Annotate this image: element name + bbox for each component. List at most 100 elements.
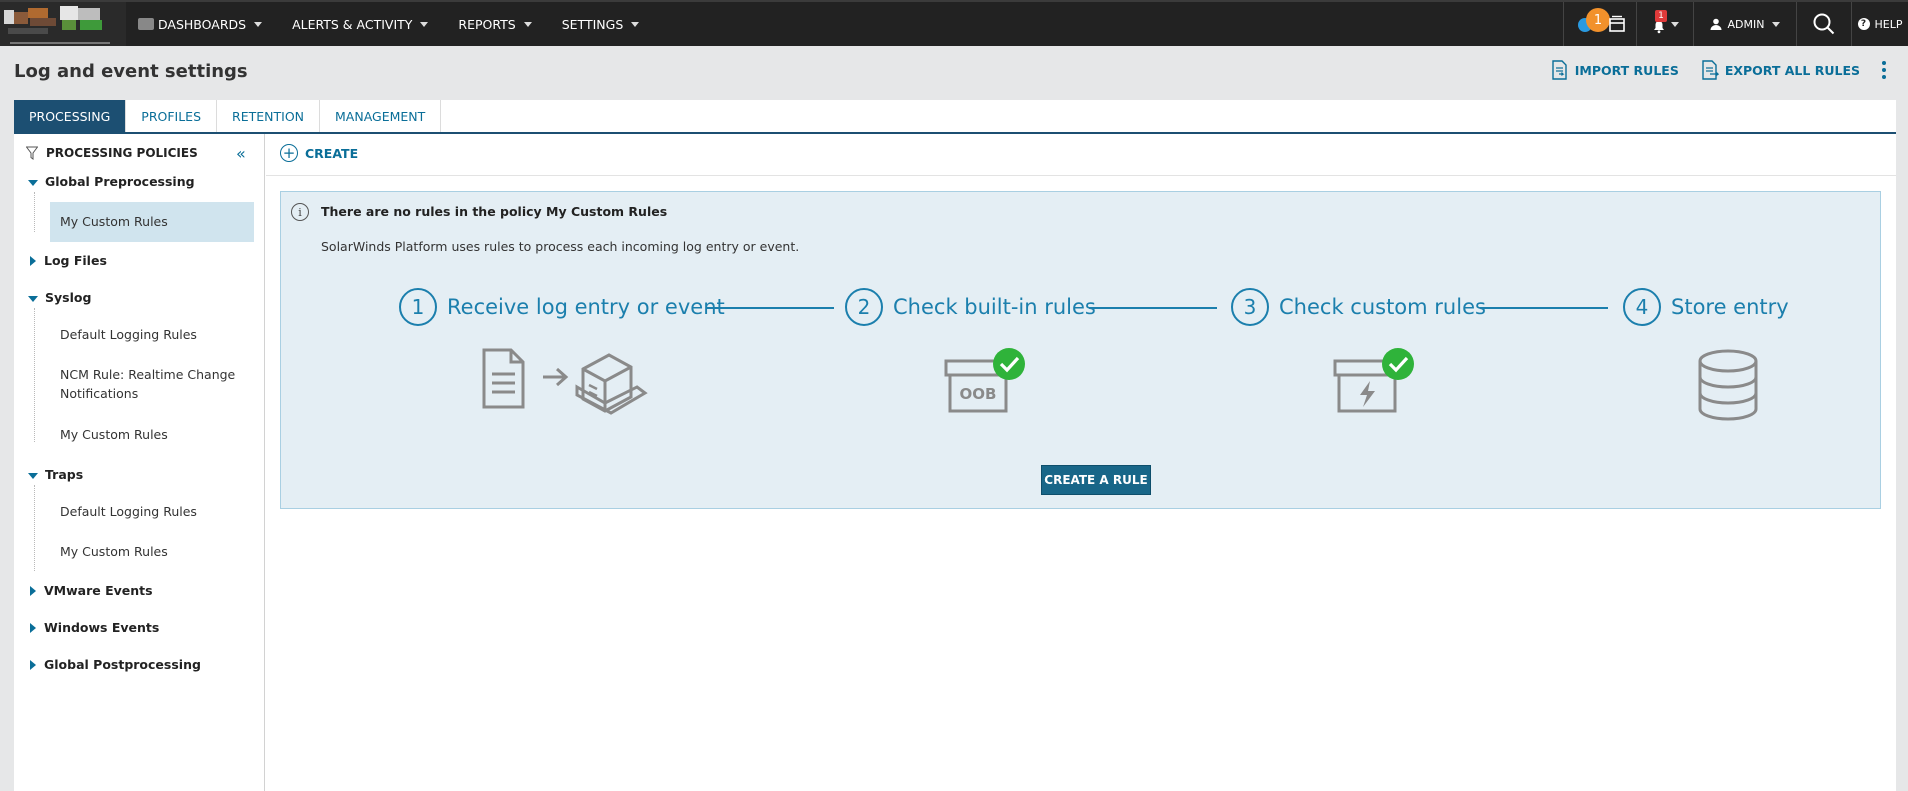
notifications-button[interactable]: 1	[1564, 2, 1636, 46]
chevron-down-icon	[254, 21, 263, 27]
collapsed-arrow-icon	[30, 255, 36, 266]
sidebar-title: PROCESSING POLICIES	[46, 146, 198, 160]
top-navigation-bar: DASHBOARDS ALERTS & ACTIVITY REPORTS SET…	[0, 0, 1908, 46]
tree-leaf-ncm-realtime-change[interactable]: NCM Rule: Realtime Change Notifications	[60, 365, 260, 403]
tab-management[interactable]: MANAGEMENT	[320, 100, 442, 132]
chevron-down-icon	[631, 21, 640, 27]
nav-right-tools: 1 1 ADMIN ? HELP	[1563, 2, 1908, 46]
nav-alerts-activity[interactable]: ALERTS & ACTIVITY	[292, 2, 429, 46]
tree-node-global-postprocessing[interactable]: Global Postprocessing	[28, 657, 201, 672]
create-button[interactable]: + CREATE	[280, 144, 358, 162]
empty-policy-info: i There are no rules in the policy My Cu…	[280, 191, 1881, 509]
tree-node-label: Traps	[45, 467, 84, 482]
tree-leaf-syslog-my-custom-rules[interactable]: My Custom Rules	[60, 425, 168, 444]
oob-label: OOB	[960, 385, 997, 403]
step-number: 2	[845, 288, 883, 326]
tab-retention[interactable]: RETENTION	[217, 100, 321, 132]
settings-tabs: PROCESSING PROFILES RETENTION MANAGEMENT	[14, 100, 1896, 134]
collapse-sidebar-icon[interactable]: «	[236, 144, 246, 163]
expanded-arrow-icon	[28, 473, 38, 479]
product-logo[interactable]	[0, 2, 126, 46]
notification-badge: 1	[1586, 8, 1610, 32]
custom-rules-box-icon	[1333, 348, 1414, 413]
tree-node-windows-events[interactable]: Windows Events	[28, 620, 159, 635]
tree-node-syslog[interactable]: Syslog	[28, 290, 91, 305]
more-options-icon[interactable]	[1882, 61, 1886, 79]
tree-node-global-preprocessing[interactable]: Global Preprocessing	[28, 174, 195, 189]
nav-settings-label: SETTINGS	[561, 16, 624, 32]
user-name: ADMIN	[1727, 17, 1765, 31]
tree-node-label: Windows Events	[44, 620, 160, 635]
info-icon: i	[291, 203, 309, 221]
step-connector	[1480, 307, 1608, 309]
tree-leaf-syslog-default-logging-rules[interactable]: Default Logging Rules	[60, 325, 197, 344]
step-number: 3	[1231, 288, 1269, 326]
user-menu[interactable]: ADMIN	[1694, 2, 1796, 46]
step-label: Check custom rules	[1279, 295, 1486, 319]
tree-node-log-files[interactable]: Log Files	[28, 253, 107, 268]
built-in-rules-box-icon: OOB	[944, 348, 1025, 413]
collapsed-arrow-icon	[30, 585, 36, 596]
tree-node-vmware-events[interactable]: VMware Events	[28, 583, 153, 598]
tab-profiles[interactable]: PROFILES	[126, 100, 218, 132]
user-icon	[1710, 18, 1722, 30]
log-entry-to-package-icon	[482, 348, 648, 415]
document-import-icon	[1552, 60, 1567, 80]
create-a-rule-button[interactable]: CREATE A RULE	[1041, 465, 1151, 495]
step-4: 4 Store entry	[1623, 288, 1789, 326]
search-button[interactable]	[1797, 2, 1851, 46]
info-description: SolarWinds Platform uses rules to proces…	[321, 239, 800, 254]
alert-badge: 1	[1655, 10, 1667, 22]
chevron-down-icon	[523, 21, 532, 27]
info-title: There are no rules in the policy My Cust…	[321, 204, 668, 219]
policy-sidebar: PROCESSING POLICIES « Global Preprocessi…	[14, 134, 265, 791]
step-connector	[706, 307, 834, 309]
tab-processing[interactable]: PROCESSING	[14, 100, 127, 132]
step-label: Receive log entry or event	[447, 295, 725, 319]
chevron-down-icon	[1671, 22, 1679, 27]
nav-settings[interactable]: SETTINGS	[562, 2, 640, 46]
step-number: 1	[399, 288, 437, 326]
nav-dashboards[interactable]: DASHBOARDS	[138, 2, 263, 46]
collapsed-arrow-icon	[30, 659, 36, 670]
help-button[interactable]: ? HELP	[1852, 2, 1908, 46]
filter-icon	[26, 146, 38, 160]
nav-alerts-label: ALERTS & ACTIVITY	[292, 16, 413, 32]
rules-toolbar: + CREATE	[266, 134, 1896, 176]
import-rules-button[interactable]: IMPORT RULES	[1551, 60, 1679, 80]
window-stack-icon	[1609, 15, 1625, 32]
step-3: 3 Check custom rules	[1231, 288, 1486, 326]
tree-node-label: VMware Events	[44, 583, 153, 598]
tree-node-traps[interactable]: Traps	[28, 467, 83, 482]
page-title: Log and event settings	[14, 61, 248, 82]
step-label: Store entry	[1671, 295, 1789, 319]
search-icon	[1813, 13, 1835, 35]
step-connector	[1089, 307, 1217, 309]
help-label: HELP	[1874, 17, 1903, 31]
nav-reports-label: REPORTS	[458, 16, 516, 32]
import-rules-label: IMPORT RULES	[1574, 62, 1679, 78]
create-label: CREATE	[305, 145, 359, 161]
tree-leaf-my-custom-rules-pre[interactable]: My Custom Rules	[60, 212, 168, 231]
nav-reports[interactable]: REPORTS	[458, 2, 532, 46]
tree-node-label: Global Postprocessing	[44, 657, 201, 672]
step-number: 4	[1623, 288, 1661, 326]
tree-leaf-traps-my-custom-rules[interactable]: My Custom Rules	[60, 542, 168, 561]
expanded-arrow-icon	[28, 180, 38, 186]
help-icon: ?	[1857, 18, 1870, 30]
tree-node-label: Global Preprocessing	[45, 174, 195, 189]
tree-leaf-traps-default-logging-rules[interactable]: Default Logging Rules	[60, 502, 197, 521]
document-export-icon	[1702, 60, 1719, 80]
tree-node-label: Log Files	[44, 253, 107, 268]
export-all-rules-button[interactable]: EXPORT ALL RULES	[1701, 60, 1860, 80]
chevron-down-icon	[420, 21, 429, 27]
step-1: 1 Receive log entry or event	[399, 288, 725, 326]
export-all-rules-label: EXPORT ALL RULES	[1724, 62, 1860, 78]
header-actions: IMPORT RULES EXPORT ALL RULES	[1529, 60, 1886, 80]
main-panel: PROCESSING POLICIES « Global Preprocessi…	[14, 134, 1896, 791]
sidebar-header: PROCESSING POLICIES	[26, 146, 198, 160]
database-icon	[1698, 349, 1758, 421]
alerts-button[interactable]: 1	[1637, 2, 1693, 46]
nav-dashboards-label: DASHBOARDS	[158, 16, 247, 32]
add-circle-icon: +	[280, 144, 298, 162]
